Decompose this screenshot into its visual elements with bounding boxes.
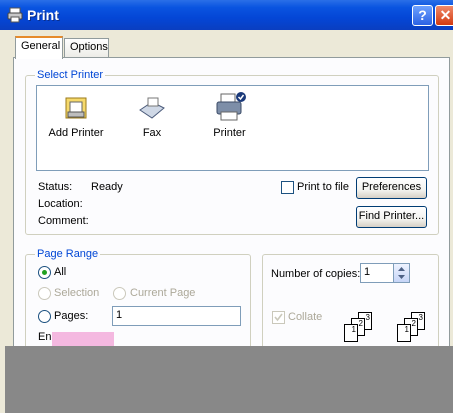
pages-input[interactable]: 1 bbox=[112, 306, 241, 326]
close-icon: ✕ bbox=[439, 7, 452, 23]
add-printer-label: Add Printer bbox=[48, 127, 104, 139]
tab-general[interactable]: General bbox=[15, 36, 63, 59]
page-thumb: 1 bbox=[344, 324, 358, 342]
location-label: Location: bbox=[38, 198, 83, 210]
page-thumb: 1 bbox=[397, 324, 411, 342]
tab-options[interactable]: Options bbox=[64, 38, 109, 58]
collate-label: Collate bbox=[288, 311, 323, 323]
print-to-file-checkbox[interactable] bbox=[281, 181, 294, 194]
collate-checkbox[interactable] bbox=[272, 311, 285, 324]
fax-icon bbox=[139, 97, 165, 119]
status-value: Ready bbox=[91, 181, 123, 193]
fax-label: Fax bbox=[142, 127, 162, 139]
status-label: Status: bbox=[38, 181, 73, 193]
copies-spinner[interactable] bbox=[393, 263, 410, 283]
select-printer-legend: Select Printer bbox=[35, 69, 106, 81]
printer-item-printer[interactable]: Printer bbox=[202, 90, 257, 139]
tab-general-label: General bbox=[21, 40, 61, 52]
all-label: All bbox=[54, 266, 67, 278]
image-artifact bbox=[52, 332, 114, 346]
current-page-radio[interactable] bbox=[113, 287, 126, 300]
help-icon: ? bbox=[418, 7, 427, 23]
preferences-button[interactable]: Preferences bbox=[356, 177, 427, 199]
tab-options-label: Options bbox=[70, 41, 108, 53]
help-button[interactable]: ? bbox=[412, 5, 433, 26]
printer-item-add-printer[interactable]: Add Printer bbox=[45, 92, 107, 139]
selection-radio[interactable] bbox=[38, 287, 51, 300]
number-of-copies-label: Number of copies: bbox=[271, 268, 361, 280]
all-radio[interactable] bbox=[38, 266, 51, 279]
printer-item-fax[interactable]: Fax bbox=[127, 92, 177, 139]
add-printer-icon bbox=[65, 97, 87, 119]
close-button[interactable]: ✕ bbox=[435, 5, 453, 26]
find-printer-button[interactable]: Find Printer... bbox=[356, 206, 427, 228]
page-range-legend: Page Range bbox=[35, 248, 101, 260]
selection-label: Selection bbox=[54, 287, 100, 299]
window-title: Print bbox=[27, 7, 59, 23]
occluded-region bbox=[5, 346, 453, 413]
comment-label: Comment: bbox=[38, 215, 89, 227]
copies-input[interactable]: 1 bbox=[360, 263, 394, 283]
printer-icon bbox=[216, 92, 246, 121]
printer-app-icon bbox=[7, 7, 23, 23]
pages-label: Pages: bbox=[54, 310, 89, 322]
printer-list[interactable]: Add Printer Fax Printer bbox=[36, 85, 429, 171]
title-bar: Print ? ✕ bbox=[0, 0, 453, 30]
printer-label: Printer bbox=[213, 127, 246, 139]
current-page-label: Current Page bbox=[130, 287, 196, 299]
page-range-hint-text: En bbox=[38, 331, 52, 343]
spinner-arrows-icon bbox=[398, 267, 405, 279]
print-to-file-label: Print to file bbox=[297, 181, 349, 193]
checkmark-icon bbox=[274, 313, 283, 322]
pages-radio[interactable] bbox=[38, 310, 51, 323]
